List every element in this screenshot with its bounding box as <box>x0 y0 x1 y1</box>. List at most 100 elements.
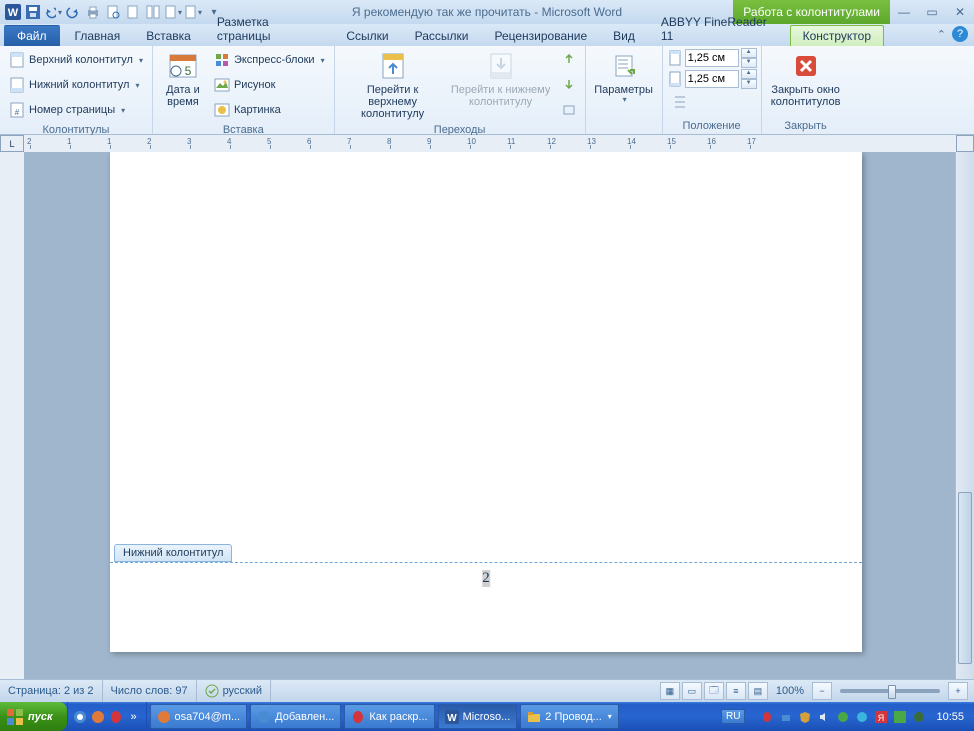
view-draft[interactable]: ▤ <box>748 682 768 700</box>
quick-print-icon[interactable] <box>84 3 102 21</box>
clipart-button[interactable]: Картинка <box>209 98 330 122</box>
task-word[interactable]: WMicroso... <box>438 704 518 729</box>
zoom-out-button[interactable]: − <box>812 682 832 700</box>
tray-opera-icon[interactable] <box>759 709 775 725</box>
windows-logo-icon <box>6 708 24 726</box>
insert-alignment-tab[interactable] <box>667 90 757 114</box>
group-options: Параметры▾ <box>586 46 663 134</box>
tab-design[interactable]: Конструктор <box>790 25 884 46</box>
task-opera[interactable]: Как раскр... <box>344 704 434 729</box>
save-icon[interactable] <box>24 3 42 21</box>
svg-text:W: W <box>8 7 19 19</box>
tab-view[interactable]: Вид <box>600 25 648 46</box>
svg-text:#: # <box>15 108 20 117</box>
nav-link-icon[interactable] <box>557 98 581 122</box>
start-button[interactable]: пуск <box>0 702 67 731</box>
date-time-button[interactable]: 5 Дата и время <box>157 48 209 110</box>
ql-expand[interactable]: » <box>126 709 142 725</box>
task-firefox[interactable]: osa704@m... <box>150 704 248 729</box>
document-area[interactable]: Нижний колонтитул 2 <box>24 152 956 680</box>
nav-next-icon[interactable] <box>557 73 581 97</box>
status-page[interactable]: Страница: 2 из 2 <box>0 680 103 702</box>
tray-shield-icon[interactable] <box>797 709 813 725</box>
ql-chrome-icon[interactable] <box>72 709 88 725</box>
tray-yandex-icon[interactable]: Я <box>873 709 889 725</box>
footer-from-bottom[interactable]: ▲▼ <box>667 69 757 89</box>
tray-volume-icon[interactable] <box>816 709 832 725</box>
picture-button[interactable]: Рисунок <box>209 73 330 97</box>
footer-distance-input[interactable] <box>685 70 739 88</box>
tab-file[interactable]: Файл <box>4 25 60 46</box>
tab-layout[interactable]: Разметка страницы <box>204 11 334 46</box>
vertical-scrollbar[interactable] <box>955 152 974 680</box>
scrollbar-thumb[interactable] <box>958 492 972 664</box>
ql-firefox-icon[interactable] <box>90 709 106 725</box>
view-print-layout[interactable]: ▦ <box>660 682 680 700</box>
print-preview-icon[interactable] <box>104 3 122 21</box>
word-app-icon[interactable]: W <box>4 3 22 21</box>
zoom-slider[interactable] <box>840 689 940 693</box>
zoom-slider-thumb[interactable] <box>888 685 896 699</box>
ruler-toggle[interactable] <box>956 135 974 152</box>
page-number-button[interactable]: #Номер страницы▾ <box>4 98 148 122</box>
undo-icon[interactable]: ▾ <box>44 3 62 21</box>
footer-position-icon <box>667 71 683 87</box>
status-language[interactable]: русский <box>197 680 271 702</box>
group-title-opt <box>590 118 658 134</box>
close-button[interactable]: ✕ <box>948 4 972 20</box>
spinner-buttons-2[interactable]: ▲▼ <box>741 69 757 89</box>
minimize-ribbon-icon[interactable]: ⌃ <box>937 28 946 41</box>
tray-sync-icon[interactable] <box>835 709 851 725</box>
page-number-field[interactable]: 2 <box>482 570 490 587</box>
language-indicator[interactable]: RU <box>721 709 745 724</box>
zoom-level[interactable]: 100% <box>776 685 804 697</box>
minimize-button[interactable]: ― <box>892 4 916 20</box>
header-distance-input[interactable] <box>685 49 739 67</box>
tray-dr-icon[interactable] <box>911 709 927 725</box>
status-words[interactable]: Число слов: 97 <box>103 680 197 702</box>
group-position: ▲▼ ▲▼ Положение <box>663 46 762 134</box>
qat-menu-1[interactable]: ▾ <box>164 3 182 21</box>
tray-misc-icon[interactable] <box>892 709 908 725</box>
parameters-button[interactable]: Параметры▾ <box>590 48 658 107</box>
zoom-in-button[interactable]: + <box>948 682 968 700</box>
tab-abbyy[interactable]: ABBYY FineReader 11 <box>648 11 790 46</box>
nav-prev-icon[interactable] <box>557 48 581 72</box>
qat-menu-2[interactable]: ▾ <box>184 3 202 21</box>
header-button[interactable]: Верхний колонтитул▾ <box>4 48 148 72</box>
view-web-layout[interactable]: 🗔 <box>704 682 724 700</box>
tab-mailings[interactable]: Рассылки <box>402 25 482 46</box>
tab-selector[interactable]: L <box>0 135 24 152</box>
tab-home[interactable]: Главная <box>62 25 134 46</box>
task-chrome[interactable]: Добавлен... <box>250 704 341 729</box>
tray-network-icon[interactable] <box>778 709 794 725</box>
spinner-buttons[interactable]: ▲▼ <box>741 48 757 68</box>
view-full-screen[interactable]: ▭ <box>682 682 702 700</box>
tab-insert[interactable]: Вставка <box>133 25 204 46</box>
close-header-footer-button[interactable]: Закрыть окно колонтитулов <box>766 48 846 110</box>
taskbar-clock[interactable]: 10:55 <box>930 711 970 723</box>
footer-label-tab: Нижний колонтитул <box>114 544 232 562</box>
building-blocks-button[interactable]: Экспресс-блоки▾ <box>209 48 330 72</box>
header-from-top[interactable]: ▲▼ <box>667 48 757 68</box>
quick-launch: » <box>67 702 147 731</box>
help-icon[interactable]: ? <box>952 26 968 42</box>
vertical-ruler[interactable] <box>0 152 25 680</box>
title-bar: W ▾ ▾ ▾ ▾ Я рекомендую так же прочитать … <box>0 0 974 24</box>
group-close: Закрыть окно колонтитулов Закрыть <box>762 46 850 134</box>
tab-review[interactable]: Рецензирование <box>481 25 600 46</box>
tab-references[interactable]: Ссылки <box>333 25 401 46</box>
task-explorer[interactable]: 2 Провод...▾ <box>520 704 619 729</box>
doc-view-icon[interactable] <box>144 3 162 21</box>
view-outline[interactable]: ≡ <box>726 682 746 700</box>
goto-header-button[interactable]: Перейти к верхнему колонтитулу <box>339 48 447 122</box>
restore-button[interactable]: ▭ <box>920 4 944 20</box>
ql-opera-icon[interactable] <box>108 709 124 725</box>
tray-skype-icon[interactable] <box>854 709 870 725</box>
footer-button[interactable]: Нижний колонтитул▾ <box>4 73 148 97</box>
horizontal-ruler[interactable]: 211234567891011121314151617 <box>24 135 956 153</box>
ribbon: Верхний колонтитул▾ Нижний колонтитул▾ #… <box>0 46 974 135</box>
new-doc-icon[interactable] <box>124 3 142 21</box>
redo-icon[interactable] <box>64 3 82 21</box>
system-tray: RU Я 10:55 <box>717 702 974 731</box>
